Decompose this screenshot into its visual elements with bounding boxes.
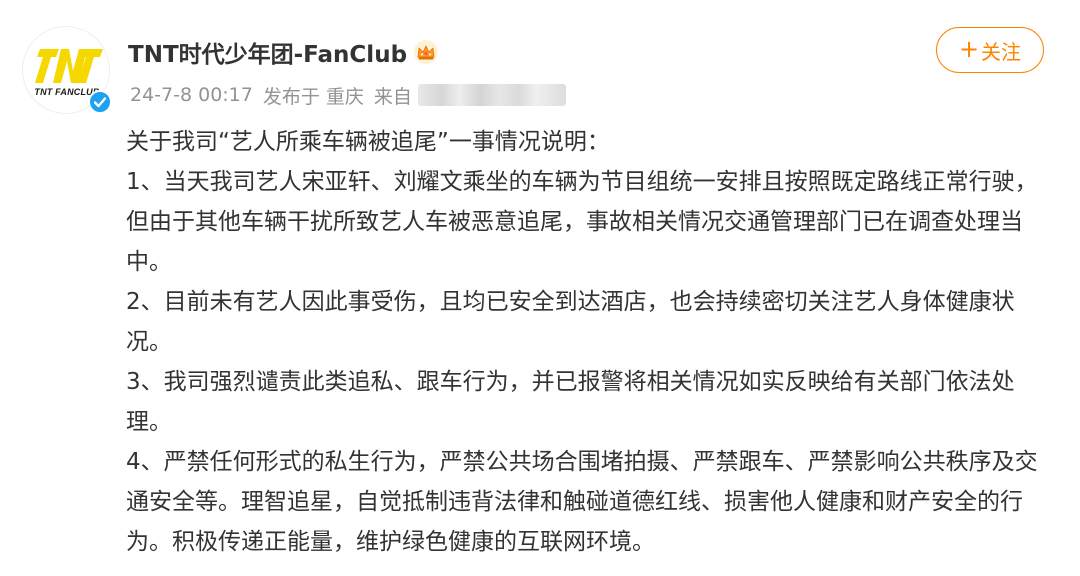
post-text: 关于我司“艺人所乘车辆被追尾”一事情况说明： 1、当天我司艺人宋亚轩、刘耀文乘坐… (126, 122, 1046, 562)
account-name[interactable]: TNT时代少年团-FanClub (128, 35, 407, 69)
post-paragraph: 2、目前未有艺人因此事受伤，且均已安全到达酒店，也会持续密切关注艺人身体健康状况… (126, 289, 1015, 355)
post-paragraph: 3、我司强烈谴责此类追私、跟车行为，并已报警将相关情况如实反映给有关部门依法处理… (126, 369, 1015, 435)
crown-icon (414, 40, 439, 64)
blurred-device-source (417, 84, 566, 106)
follow-label: 关注 (981, 39, 1022, 64)
follow-button[interactable]: + 关注 (936, 27, 1044, 73)
post-paragraph: 1、当天我司艺人宋亚轩、刘耀文乘坐的车辆为节目组统一安排且按照既定路线正常行驶，… (126, 169, 1038, 275)
plus-icon: + (958, 35, 980, 63)
post-paragraph: 关于我司“艺人所乘车辆被追尾”一事情况说明： (126, 129, 610, 155)
post-paragraph: 4、严禁任何形式的私生行为，严禁公共场合围堵拍摄、严禁跟车、严禁影响公共秩序及交… (126, 449, 1038, 555)
account-header: TNT时代少年团-FanClub (128, 34, 439, 70)
post-meta: 24-7-8 00:17 发布于 重庆 来自 (130, 82, 576, 108)
source-label: 来自 (373, 85, 412, 108)
post-location: 发布于 重庆 (262, 85, 364, 108)
verified-badge-icon (88, 90, 112, 114)
weibo-post-card: TNT FANCLUB TNT时代少年团-FanClub 24-7-8 00:1… (0, 0, 1080, 576)
post-datetime[interactable]: 24-7-8 00:17 (130, 84, 253, 106)
